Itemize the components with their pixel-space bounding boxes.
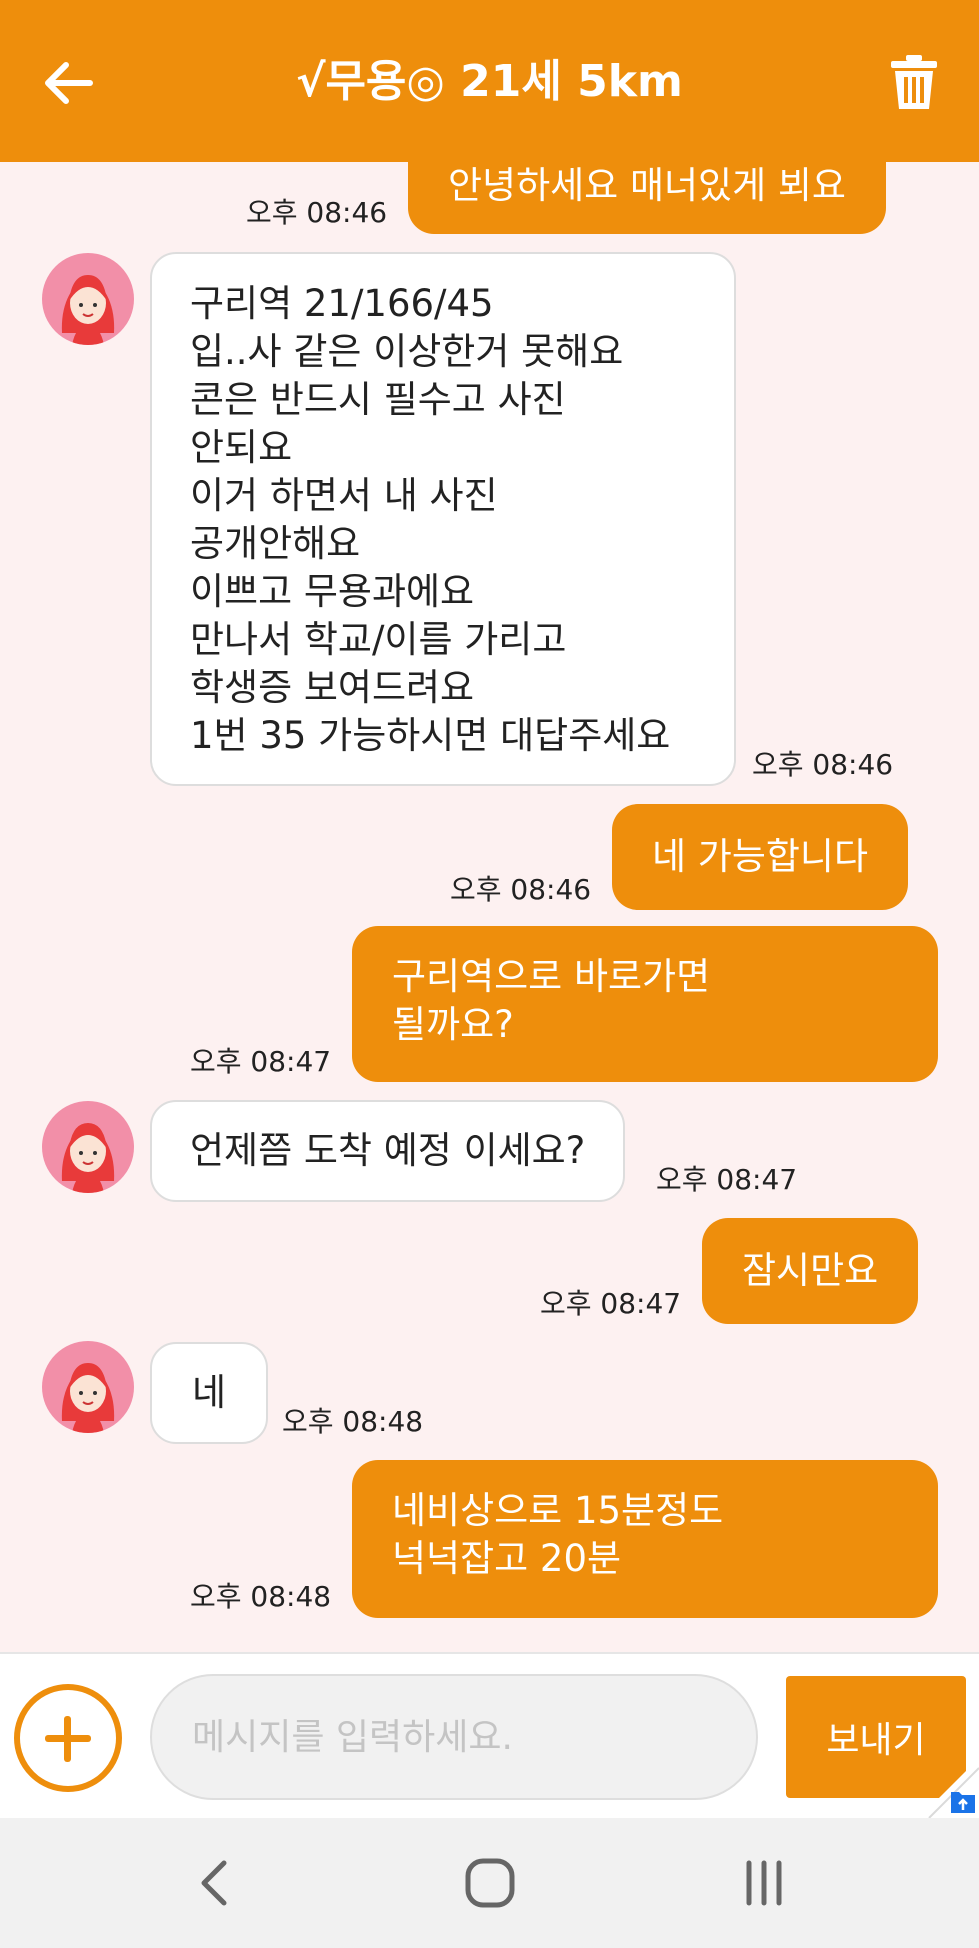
- message-time: 오후 08:47: [190, 1045, 332, 1078]
- partner-avatar[interactable]: [42, 1101, 134, 1193]
- avatar-image: [61, 275, 115, 345]
- trash-icon[interactable]: [889, 52, 939, 112]
- chat-title: √무용◎ 21세 5km: [296, 56, 683, 107]
- partner-message[interactable]: 구리역 21/166/45 입..사 같은 이상한거 못해요 콘은 반드시 필수…: [150, 252, 736, 786]
- folder-upload-icon[interactable]: [919, 1758, 979, 1818]
- plus-circle-icon[interactable]: [14, 1684, 122, 1792]
- message-input-bar: 보내기: [0, 1652, 979, 1818]
- partner-avatar[interactable]: [42, 253, 134, 345]
- chat-messages[interactable]: 안녕하세요 매너있게 뵈요 오후 08:46 구리역 21/166/45 입..…: [0, 162, 979, 1652]
- my-message[interactable]: 구리역으로 바로가면 될까요?: [352, 926, 938, 1082]
- system-nav-bar: [0, 1818, 979, 1948]
- message-time: 오후 08:46: [246, 196, 388, 229]
- my-message[interactable]: 잠시만요: [702, 1218, 919, 1324]
- nav-home-icon[interactable]: [455, 1848, 525, 1918]
- message-input[interactable]: [150, 1674, 758, 1800]
- my-message[interactable]: 안녕하세요 매너있게 뵈요: [408, 162, 886, 234]
- nav-back-icon[interactable]: [180, 1848, 250, 1918]
- message-time: 오후 08:46: [450, 873, 592, 906]
- message-time: 오후 08:46: [752, 748, 894, 781]
- message-time: 오후 08:48: [190, 1580, 332, 1613]
- partner-avatar[interactable]: [42, 1341, 134, 1433]
- message-time: 오후 08:48: [282, 1405, 424, 1438]
- arrow-left-icon[interactable]: [40, 55, 96, 111]
- my-message[interactable]: 네비상으로 15분정도 넉넉잡고 20분: [352, 1460, 938, 1618]
- partner-message[interactable]: 네: [150, 1342, 268, 1444]
- chat-header: √무용◎ 21세 5km: [0, 0, 979, 162]
- nav-recents-icon[interactable]: [729, 1848, 799, 1918]
- my-message[interactable]: 네 가능합니다: [612, 804, 909, 910]
- message-time: 오후 08:47: [540, 1287, 682, 1320]
- message-time: 오후 08:47: [656, 1163, 798, 1196]
- avatar-image: [61, 1363, 115, 1433]
- partner-message[interactable]: 언제쯤 도착 예정 이세요?: [150, 1100, 626, 1202]
- avatar-image: [61, 1123, 115, 1193]
